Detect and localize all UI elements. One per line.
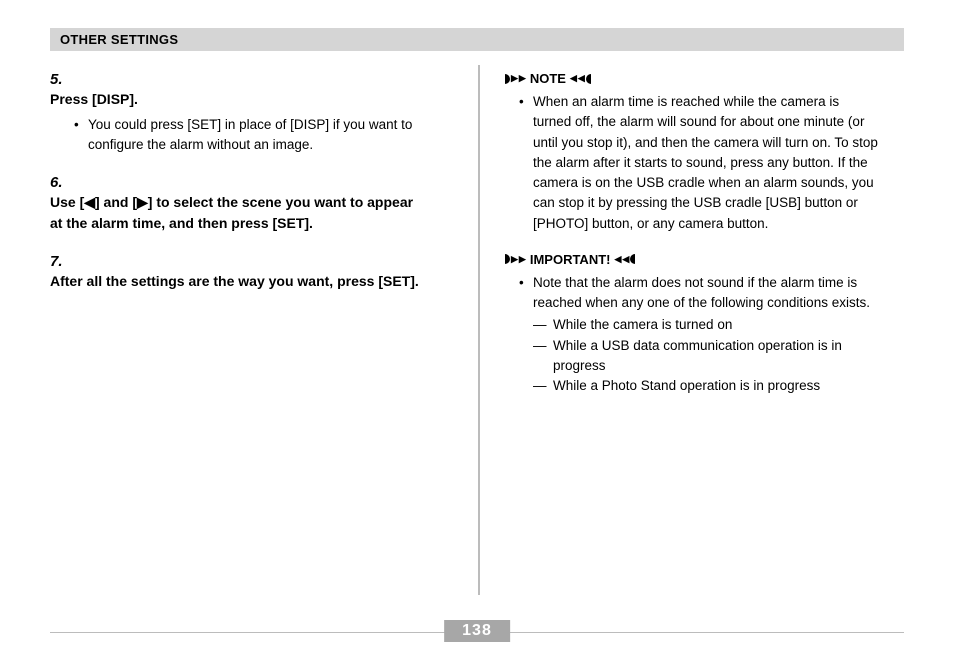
step-heading: After all the settings are the way you w… [50,271,420,291]
left-column: 5. Press [DISP]. • You could press [SET]… [50,71,465,406]
dash-icon: — [533,336,553,377]
bullet-icon: • [519,273,533,314]
dash-icon: — [533,315,553,335]
important-callout: ▶▶ IMPORTANT! ◀◀ • Note that the alarm d… [505,252,880,397]
step-number: 7. [50,253,74,270]
important-label: IMPORTANT! [530,252,611,267]
note-body: When an alarm time is reached while the … [533,92,880,234]
list-item: — While the camera is turned on [533,315,880,335]
note-label: NOTE [530,71,566,86]
dash-icon: — [533,376,553,396]
list-item: — While a Photo Stand operation is in pr… [533,376,880,396]
step-6: 6. Use [◀] and [▶] to select the scene y… [50,174,445,233]
note-decor-right-icon: ◀◀ [570,74,591,84]
list-item-text: While a USB data communication operation… [553,336,880,377]
list-item: — While a USB data communication operati… [533,336,880,377]
important-decor-right-icon: ◀◀ [614,254,635,264]
step-number: 5. [50,71,74,88]
step-5: 5. Press [DISP]. • You could press [SET]… [50,71,445,154]
page-number: 138 [444,620,510,642]
column-divider [478,65,480,595]
note-decor-left-icon: ▶▶ [505,74,526,84]
bullet-icon: • [519,92,533,234]
important-decor-left-icon: ▶▶ [505,254,526,264]
list-item-text: While a Photo Stand operation is in prog… [553,376,880,396]
bullet-icon: • [74,115,88,154]
step-heading: Press [DISP]. [50,89,420,109]
note-callout: ▶▶ NOTE ◀◀ • When an alarm time is reach… [505,71,880,234]
step-number: 6. [50,174,74,191]
list-item-text: While the camera is turned on [553,315,880,335]
step-heading: Use [◀] and [▶] to select the scene you … [50,192,420,233]
section-header: OTHER SETTINGS [50,28,904,51]
step-subtext: You could press [SET] in place of [DISP]… [88,115,445,154]
step-7: 7. After all the settings are the way yo… [50,253,445,291]
important-intro: Note that the alarm does not sound if th… [533,273,880,314]
right-column: ▶▶ NOTE ◀◀ • When an alarm time is reach… [465,71,880,406]
